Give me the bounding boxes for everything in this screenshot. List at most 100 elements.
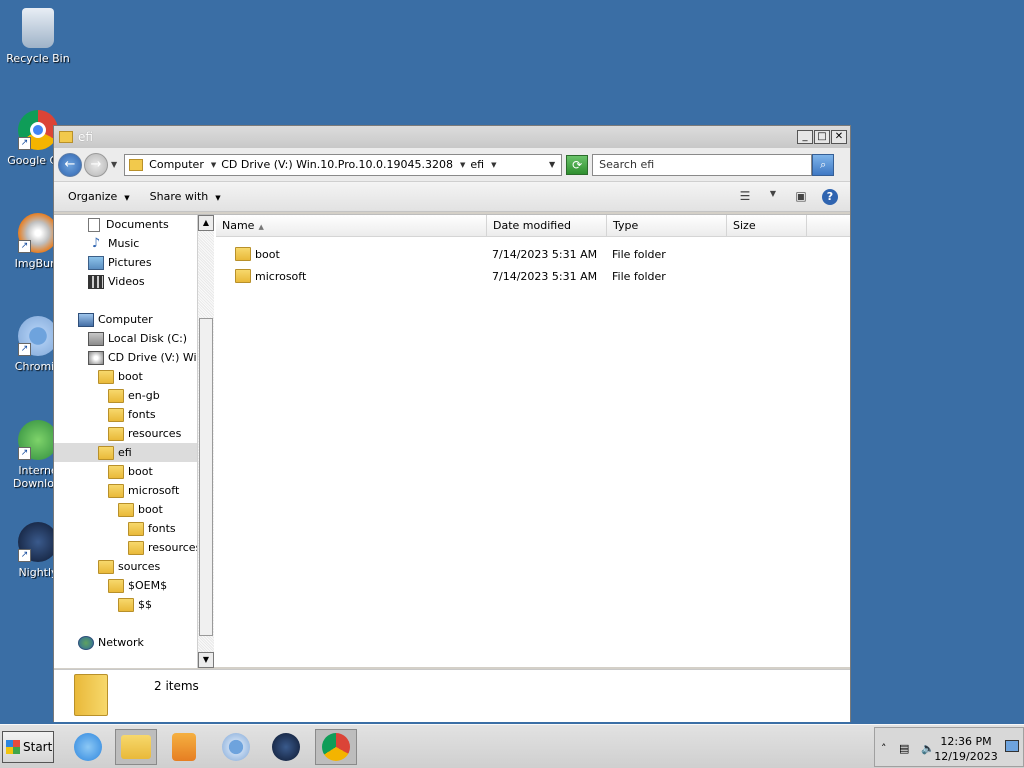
nav-item[interactable]: ♪ Music — [54, 234, 214, 253]
taskbar-chromium[interactable] — [215, 729, 257, 765]
breadcrumb-separator-icon[interactable]: ▼ — [211, 161, 216, 169]
view-dropdown-icon[interactable]: ▼ — [764, 189, 782, 205]
column-header[interactable]: Size — [727, 215, 807, 236]
internet-download-manager-icon: ↗ — [18, 420, 58, 460]
nav-item[interactable]: CD Drive (V:) Win.1 — [54, 348, 214, 367]
nav-item[interactable]: sources — [54, 557, 214, 576]
breadcrumb-computer[interactable]: Computer — [149, 158, 204, 171]
nav-item-label: Network — [98, 636, 144, 649]
desktop-icon-recycle-bin[interactable]: Recycle Bin — [0, 8, 76, 65]
breadcrumb-efi[interactable]: efi — [470, 158, 484, 171]
nav-item[interactable]: $$ — [54, 595, 214, 614]
column-header[interactable]: Date modified — [487, 215, 607, 236]
nav-item[interactable]: resources — [54, 424, 214, 443]
file-list[interactable]: Name ▲ Date modified Type Size boot 7/14/2023… — [216, 215, 850, 667]
desktop-icon-label: Recycle Bin — [6, 52, 70, 65]
nav-item[interactable]: Local Disk (C:) — [54, 329, 214, 348]
imgburn-icon: ↗ — [18, 213, 58, 253]
nav-item[interactable]: efi — [54, 443, 214, 462]
scroll-thumb[interactable] — [199, 318, 213, 636]
clock-time[interactable]: 12:36 PM — [931, 735, 1001, 748]
show-desktop-icon[interactable] — [1005, 740, 1019, 752]
folder-icon — [108, 464, 124, 479]
folder-icon — [128, 540, 144, 555]
start-button[interactable]: Start — [2, 731, 54, 763]
folder-icon — [235, 247, 251, 261]
show-hidden-icons-icon[interactable]: ˄ — [881, 742, 887, 755]
scroll-down-icon[interactable]: ▼ — [198, 652, 214, 668]
preview-pane-icon[interactable]: ▣ — [792, 189, 810, 205]
help-icon[interactable]: ? — [822, 188, 838, 205]
taskbar-nightly[interactable] — [265, 729, 307, 765]
address-row: ← → ▼ Computer ▼ CD Drive (V:) Win.10.Pro… — [54, 148, 850, 182]
folder-icon — [108, 407, 124, 422]
file-row[interactable]: boot 7/14/2023 5:31 AM File folder — [216, 243, 850, 265]
forward-button[interactable]: → — [84, 152, 108, 177]
details-pane: 2 items — [54, 669, 850, 722]
nav-item[interactable]: boot — [54, 500, 214, 519]
address-bar[interactable]: Computer ▼ CD Drive (V:) Win.10.Pro.10.0.… — [124, 153, 563, 176]
nav-item[interactable]: Documents — [54, 215, 214, 234]
search-input[interactable]: Search efi — [592, 153, 813, 176]
file-date: 7/14/2023 5:31 AM — [492, 247, 598, 261]
folder-icon — [129, 158, 144, 171]
scroll-up-icon[interactable]: ▲ — [198, 215, 214, 231]
file-explorer-icon — [121, 735, 151, 759]
nav-item-label: boot — [138, 503, 163, 516]
refresh-button[interactable]: ⟳ — [566, 154, 589, 175]
close-button[interactable]: ✕ — [831, 130, 847, 144]
nav-item[interactable]: fonts — [54, 405, 214, 424]
network-icon — [78, 635, 94, 650]
internet-explorer-icon — [74, 733, 102, 761]
clock-date[interactable]: 12/19/2023 — [931, 750, 1001, 763]
nav-item[interactable]: microsoft — [54, 481, 214, 500]
chromium-icon: ↗ — [18, 316, 58, 356]
column-header[interactable]: Name ▲ — [216, 215, 487, 236]
taskbar-media-player[interactable] — [163, 729, 205, 765]
nav-item[interactable]: Computer — [54, 310, 214, 329]
nav-item-label: microsoft — [128, 484, 180, 497]
minimize-button[interactable]: _ — [797, 130, 813, 144]
breadcrumb-separator-icon[interactable]: ▼ — [491, 161, 496, 169]
nav-item[interactable]: resources — [54, 538, 214, 557]
recent-pages-dropdown[interactable]: ▼ — [111, 160, 117, 169]
taskbar-file-explorer[interactable] — [115, 729, 157, 765]
search-icon[interactable]: ⌕ — [812, 153, 835, 176]
nav-scrollbar[interactable]: ▲ ▼ — [197, 215, 214, 668]
nav-item[interactable]: boot — [54, 462, 214, 481]
column-header-label: Name — [222, 219, 255, 232]
file-name-cell: microsoft — [216, 269, 486, 283]
back-button[interactable]: ← — [58, 152, 82, 177]
title-bar[interactable]: efi _ □ ✕ — [54, 126, 850, 148]
media-player-icon — [172, 733, 196, 761]
view-options-icon[interactable]: ☰ — [736, 189, 754, 205]
column-header[interactable]: Type — [607, 215, 727, 236]
file-name-cell: boot — [216, 247, 486, 261]
nav-item[interactable]: Network — [54, 633, 214, 652]
maximize-button[interactable]: □ — [814, 130, 830, 144]
file-row[interactable]: microsoft 7/14/2023 5:31 AM File folder — [216, 265, 850, 287]
nav-item[interactable]: en-gb — [54, 386, 214, 405]
breadcrumb-separator-icon[interactable]: ▼ — [460, 161, 465, 169]
chrome-icon — [322, 733, 350, 761]
nav-item[interactable]: fonts — [54, 519, 214, 538]
folder-icon — [59, 131, 73, 143]
nav-item[interactable]: Videos — [54, 272, 214, 291]
nav-item[interactable]: Pictures — [54, 253, 214, 272]
network-status-icon[interactable]: ▤ — [899, 742, 909, 755]
chromium-icon — [222, 733, 250, 761]
file-rows: boot 7/14/2023 5:31 AM File folder microsof… — [216, 237, 850, 287]
share-with-button[interactable]: Share with ▼ — [150, 190, 221, 203]
organize-button[interactable]: Organize ▼ — [68, 190, 130, 203]
breadcrumb-cd-drive[interactable]: CD Drive (V:) Win.10.Pro.10.0.19045.3208 — [221, 158, 453, 171]
taskbar-chrome[interactable] — [315, 729, 357, 765]
address-history-dropdown[interactable]: ▼ — [549, 160, 555, 169]
navigation-pane[interactable]: Documents ♪ Music Pictures Videos Computer Loc… — [54, 215, 214, 668]
folder-icon — [108, 483, 124, 498]
taskbar-internet-explorer[interactable] — [67, 729, 109, 765]
file-name: microsoft — [255, 269, 307, 283]
nav-item[interactable]: boot — [54, 367, 214, 386]
system-tray: ˄ ▤ 🔈 12:36 PM 12/19/2023 — [874, 727, 1024, 767]
nav-item[interactable]: $OEM$ — [54, 576, 214, 595]
